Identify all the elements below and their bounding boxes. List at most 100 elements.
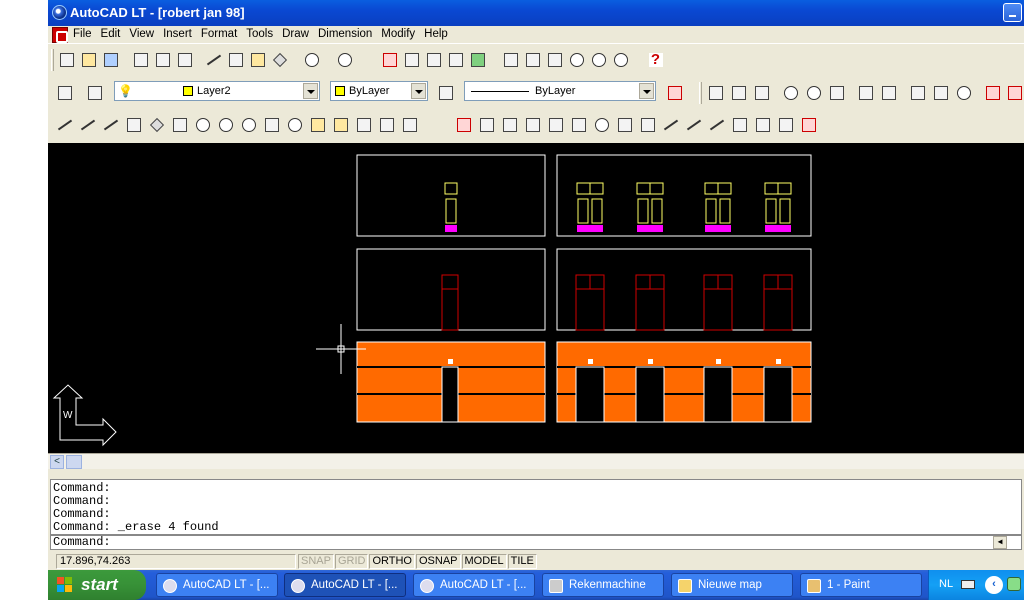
polyline-icon[interactable]: [123, 114, 144, 135]
scroll-left-icon[interactable]: ◀: [993, 536, 1007, 549]
xline-icon[interactable]: [100, 114, 121, 135]
scroll-left-icon[interactable]: <: [50, 455, 64, 469]
rotate-icon[interactable]: [591, 114, 612, 135]
ortho-toggle[interactable]: ORTHO: [369, 554, 415, 569]
dimension-edit-icon[interactable]: [982, 82, 1003, 103]
taskbar-item-autocad-3[interactable]: AutoCAD LT - [...: [413, 573, 535, 597]
hatch-icon[interactable]: [376, 114, 397, 135]
layer-dropdown[interactable]: 💡 Layer2: [114, 81, 320, 101]
coordinate-readout[interactable]: 17.896,74.263: [56, 554, 296, 569]
continue-dimension-icon[interactable]: [878, 82, 899, 103]
array-icon[interactable]: [545, 114, 566, 135]
properties-icon[interactable]: [664, 82, 685, 103]
trim-icon[interactable]: [683, 114, 704, 135]
model-toggle[interactable]: MODEL: [461, 554, 507, 569]
tile-toggle[interactable]: TILE: [507, 554, 537, 569]
chevron-down-icon[interactable]: [303, 83, 318, 99]
mirror-icon[interactable]: [499, 114, 520, 135]
copy-icon[interactable]: [225, 49, 246, 70]
rectangle-icon[interactable]: [169, 114, 190, 135]
menu-format[interactable]: Format: [201, 28, 237, 40]
cut-icon[interactable]: [203, 49, 224, 70]
linear-dimension-icon[interactable]: [705, 82, 726, 103]
taskbar-item-paint[interactable]: 1 - Paint: [800, 573, 922, 597]
menu-draw[interactable]: Draw: [282, 28, 309, 40]
chamfer-icon[interactable]: [752, 114, 773, 135]
scale-icon[interactable]: [614, 114, 635, 135]
paste-icon[interactable]: [247, 49, 268, 70]
snap-toggle[interactable]: SNAP: [298, 554, 334, 569]
ordinate-dimension-icon[interactable]: [751, 82, 772, 103]
language-indicator[interactable]: NL: [939, 578, 953, 590]
zoom-window-icon[interactable]: [544, 49, 565, 70]
autocad-app-icon[interactable]: [52, 5, 67, 20]
circle-icon[interactable]: [215, 114, 236, 135]
move-icon[interactable]: [568, 114, 589, 135]
angular-dimension-icon[interactable]: [826, 82, 847, 103]
document-icon[interactable]: [52, 27, 68, 43]
command-prompt-input[interactable]: Command: ◀: [50, 535, 1022, 550]
menu-view[interactable]: View: [129, 28, 154, 40]
point-icon[interactable]: [353, 114, 374, 135]
network-icon[interactable]: [1007, 577, 1021, 591]
taskbar-item-autocad-1[interactable]: AutoCAD LT - [...: [156, 573, 278, 597]
aligned-dimension-icon[interactable]: [728, 82, 749, 103]
menu-help[interactable]: Help: [424, 28, 448, 40]
print-preview-icon[interactable]: [152, 49, 173, 70]
arc-icon[interactable]: [192, 114, 213, 135]
zoom-out-icon[interactable]: [588, 49, 609, 70]
extend-icon[interactable]: [706, 114, 727, 135]
insert-block-icon[interactable]: [307, 114, 328, 135]
menu-edit[interactable]: Edit: [101, 28, 121, 40]
show-hidden-icons-icon[interactable]: ‹: [985, 576, 1003, 594]
linetype-manager-icon[interactable]: [435, 82, 456, 103]
stretch-icon[interactable]: [637, 114, 658, 135]
ellipse-icon[interactable]: [284, 114, 305, 135]
erase-icon[interactable]: [453, 114, 474, 135]
taskbar-item-folder[interactable]: Nieuwe map: [671, 573, 793, 597]
dimension-text-edit-icon[interactable]: [1004, 82, 1024, 103]
copy-object-icon[interactable]: [476, 114, 497, 135]
drawing-canvas[interactable]: W: [48, 143, 1024, 454]
baseline-dimension-icon[interactable]: [855, 82, 876, 103]
ray-icon[interactable]: [77, 114, 98, 135]
zoom-previous-icon[interactable]: [610, 49, 631, 70]
start-button[interactable]: start: [48, 570, 146, 600]
aerial-view-icon[interactable]: [467, 49, 488, 70]
zoom-realtime-icon[interactable]: [522, 49, 543, 70]
save-icon[interactable]: [100, 49, 121, 70]
diameter-dimension-icon[interactable]: [803, 82, 824, 103]
undo-icon[interactable]: [301, 49, 322, 70]
toolbar-grip[interactable]: [51, 49, 54, 71]
spline-icon[interactable]: [261, 114, 282, 135]
explode-icon[interactable]: [798, 114, 819, 135]
layer-manager-icon[interactable]: [54, 82, 75, 103]
make-object-layer-current-icon[interactable]: [84, 82, 105, 103]
line-icon[interactable]: [54, 114, 75, 135]
distance-icon[interactable]: [423, 49, 444, 70]
chevron-down-icon[interactable]: [639, 83, 654, 99]
chevron-down-icon[interactable]: [411, 83, 426, 99]
tracking-icon[interactable]: [401, 49, 422, 70]
keyboard-icon[interactable]: [961, 580, 975, 589]
pan-icon[interactable]: [500, 49, 521, 70]
tolerance-icon[interactable]: [930, 82, 951, 103]
drawing-area[interactable]: W: [48, 143, 1024, 454]
spelling-icon[interactable]: [174, 49, 195, 70]
taskbar-item-autocad-2[interactable]: AutoCAD LT - [...: [284, 573, 406, 597]
layers-icon[interactable]: [445, 49, 466, 70]
lengthen-icon[interactable]: [660, 114, 681, 135]
multiline-text-icon[interactable]: [399, 114, 420, 135]
new-icon[interactable]: [56, 49, 77, 70]
radius-dimension-icon[interactable]: [780, 82, 801, 103]
zoom-in-icon[interactable]: [566, 49, 587, 70]
menu-insert[interactable]: Insert: [163, 28, 192, 40]
fillet-icon[interactable]: [775, 114, 796, 135]
horizontal-scrollbar[interactable]: <: [48, 453, 1024, 469]
linetype-dropdown[interactable]: ByLayer: [464, 81, 656, 101]
grid-toggle[interactable]: GRID: [334, 554, 369, 569]
open-icon[interactable]: [78, 49, 99, 70]
taskbar-item-calculator[interactable]: Rekenmachine: [542, 573, 664, 597]
snap-from-icon[interactable]: [379, 49, 400, 70]
center-mark-icon[interactable]: [953, 82, 974, 103]
